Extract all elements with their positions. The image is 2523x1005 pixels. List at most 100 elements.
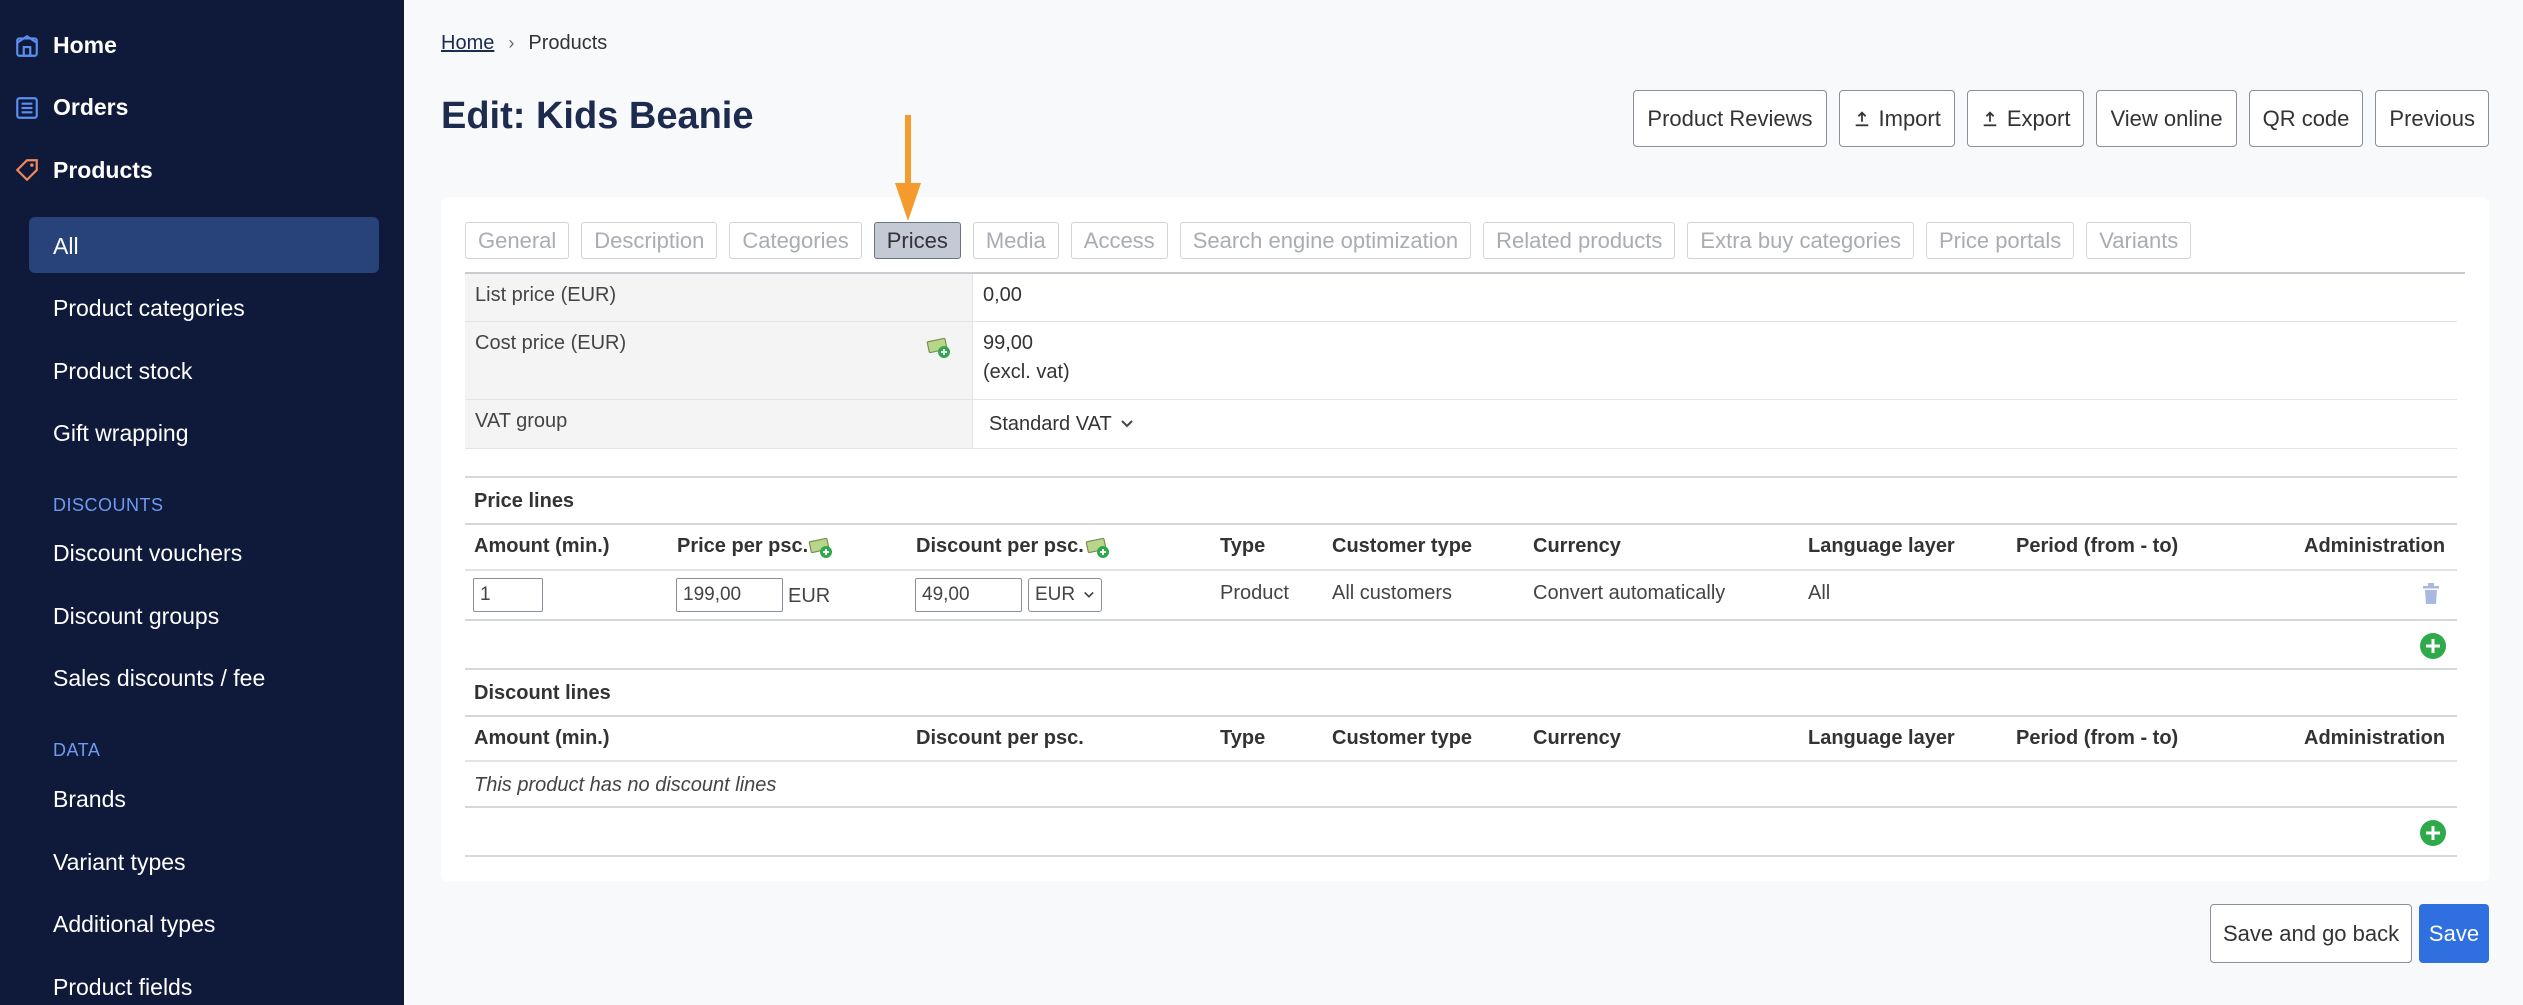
divider — [465, 760, 2457, 762]
tab-description[interactable]: Description — [581, 222, 718, 259]
sidebar-active-highlight — [29, 217, 379, 273]
col-language: Language layer — [1808, 535, 1955, 557]
cost-price-note: (excl. vat) — [983, 361, 1070, 383]
divider — [465, 855, 2457, 857]
tab-general[interactable]: General — [465, 222, 570, 259]
chevron-down-icon — [1120, 420, 1133, 428]
sidebar-section-discounts: DISCOUNTS — [53, 495, 164, 515]
col-amount: Amount (min.) — [474, 535, 610, 557]
add-price-line-button[interactable] — [2420, 633, 2446, 659]
sidebar-item-discount-groups[interactable]: Discount groups — [53, 603, 219, 630]
cost-price-label: Cost price (EUR) — [475, 332, 627, 354]
export-button[interactable]: Export — [1966, 90, 2085, 147]
col-discount: Discount per psc. — [916, 535, 1084, 557]
upload-icon — [1983, 110, 1997, 126]
row-language: All — [1808, 582, 1831, 604]
col-currency: Currency — [1533, 727, 1621, 749]
sidebar-item-products[interactable]: Products — [53, 157, 153, 184]
import-label: Import — [1878, 105, 1941, 131]
view-online-button[interactable]: View online — [2096, 90, 2237, 147]
export-label: Export — [2006, 105, 2071, 131]
row-type: Product — [1220, 582, 1289, 604]
qr-code-label: QR code — [2262, 105, 2350, 131]
col-price: Price per psc. — [677, 535, 809, 557]
breadcrumb-current: Products — [528, 32, 608, 54]
sidebar-item-variant-types[interactable]: Variant types — [53, 849, 186, 876]
chevron-right-icon: › — [508, 33, 515, 53]
money-add-icon[interactable] — [926, 334, 952, 360]
divider — [465, 715, 2457, 717]
row-currency: Convert automatically — [1533, 582, 1726, 604]
money-add-icon[interactable] — [1085, 534, 1111, 560]
sidebar-item-home[interactable]: Home — [53, 32, 117, 59]
col-admin: Administration — [2304, 535, 2446, 557]
save-and-go-back-button[interactable]: Save and go back — [2210, 904, 2413, 963]
top-actions: Product Reviews Import Export View onlin… — [1633, 90, 2489, 147]
tab-categories[interactable]: Categories — [729, 222, 862, 259]
arrow-down-icon — [895, 115, 921, 221]
product-reviews-button[interactable]: Product Reviews — [1633, 90, 1827, 147]
product-reviews-label: Product Reviews — [1647, 105, 1813, 131]
col-period: Period (from - to) — [2016, 535, 2179, 557]
sidebar-item-orders[interactable]: Orders — [53, 94, 128, 121]
row-customer-type: All customers — [1332, 582, 1453, 604]
sidebar-item-all[interactable]: All — [53, 233, 79, 260]
divider — [465, 619, 2457, 621]
breadcrumb: Home › Products — [441, 32, 607, 55]
tab-related-products[interactable]: Related products — [1483, 222, 1676, 259]
save-button[interactable]: Save — [2419, 904, 2489, 963]
sidebar-item-gift-wrapping[interactable]: Gift wrapping — [53, 420, 189, 447]
trash-icon[interactable] — [2422, 583, 2440, 605]
discount-currency-value: EUR — [1035, 584, 1076, 605]
divider — [465, 569, 2457, 571]
list-icon — [16, 97, 38, 119]
price-input[interactable] — [676, 578, 783, 612]
sidebar-item-product-fields[interactable]: Product fields — [53, 974, 192, 1001]
discount-input[interactable] — [915, 578, 1022, 612]
list-price-label: List price (EUR) — [465, 274, 973, 321]
tab-seo[interactable]: Search engine optimization — [1179, 222, 1472, 259]
cost-price-row: Cost price (EUR) 99,00 (excl. vat) — [465, 322, 2457, 400]
divider — [465, 668, 2457, 670]
previous-label: Previous — [2389, 105, 2475, 131]
tab-prices[interactable]: Prices — [873, 222, 961, 259]
vat-row: VAT group Standard VAT — [465, 400, 2457, 449]
sidebar-item-product-stock[interactable]: Product stock — [53, 358, 192, 385]
vat-value: Standard VAT — [989, 412, 1112, 435]
vat-select[interactable]: Standard VAT — [973, 400, 1144, 448]
divider — [465, 806, 2457, 808]
view-online-label: View online — [2110, 105, 2223, 131]
money-add-icon[interactable] — [808, 534, 834, 560]
sidebar-item-sales-discounts[interactable]: Sales discounts / fee — [53, 665, 265, 692]
discount-currency-select[interactable]: EUR — [1028, 578, 1102, 612]
sidebar-item-additional-types[interactable]: Additional types — [53, 911, 215, 938]
sidebar-item-brands[interactable]: Brands — [53, 786, 126, 813]
upload-icon — [1855, 110, 1868, 126]
cost-price-value-cell: 99,00 (excl. vat) — [973, 322, 1080, 399]
sidebar-section-data: DATA — [53, 740, 101, 760]
tab-access[interactable]: Access — [1070, 222, 1168, 259]
col-customer-type: Customer type — [1332, 535, 1473, 557]
cost-price-value: 99,00 — [983, 332, 1034, 354]
col-admin: Administration — [2304, 727, 2446, 749]
col-amount: Amount (min.) — [474, 727, 610, 749]
previous-button[interactable]: Previous — [2375, 90, 2489, 147]
divider — [465, 523, 2457, 525]
col-language: Language layer — [1808, 727, 1955, 749]
list-price-value: 0,00 — [983, 284, 1022, 306]
amount-input[interactable] — [473, 578, 543, 612]
col-discount: Discount per psc. — [916, 727, 1084, 749]
sidebar-item-product-categories[interactable]: Product categories — [53, 295, 245, 322]
tab-media[interactable]: Media — [972, 222, 1059, 259]
tab-price-portals[interactable]: Price portals — [1925, 222, 2075, 259]
qr-code-button[interactable]: QR code — [2248, 90, 2364, 147]
tab-extra-buy-categories[interactable]: Extra buy categories — [1687, 222, 1914, 259]
chevron-down-icon — [1084, 591, 1094, 598]
add-discount-line-button[interactable] — [2420, 820, 2446, 846]
col-customer-type: Customer type — [1332, 727, 1473, 749]
import-button[interactable]: Import — [1838, 90, 1955, 147]
breadcrumb-home-link[interactable]: Home — [441, 32, 494, 55]
tab-variants[interactable]: Variants — [2086, 222, 2192, 259]
home-icon — [16, 34, 38, 57]
sidebar-item-discount-vouchers[interactable]: Discount vouchers — [53, 540, 242, 567]
